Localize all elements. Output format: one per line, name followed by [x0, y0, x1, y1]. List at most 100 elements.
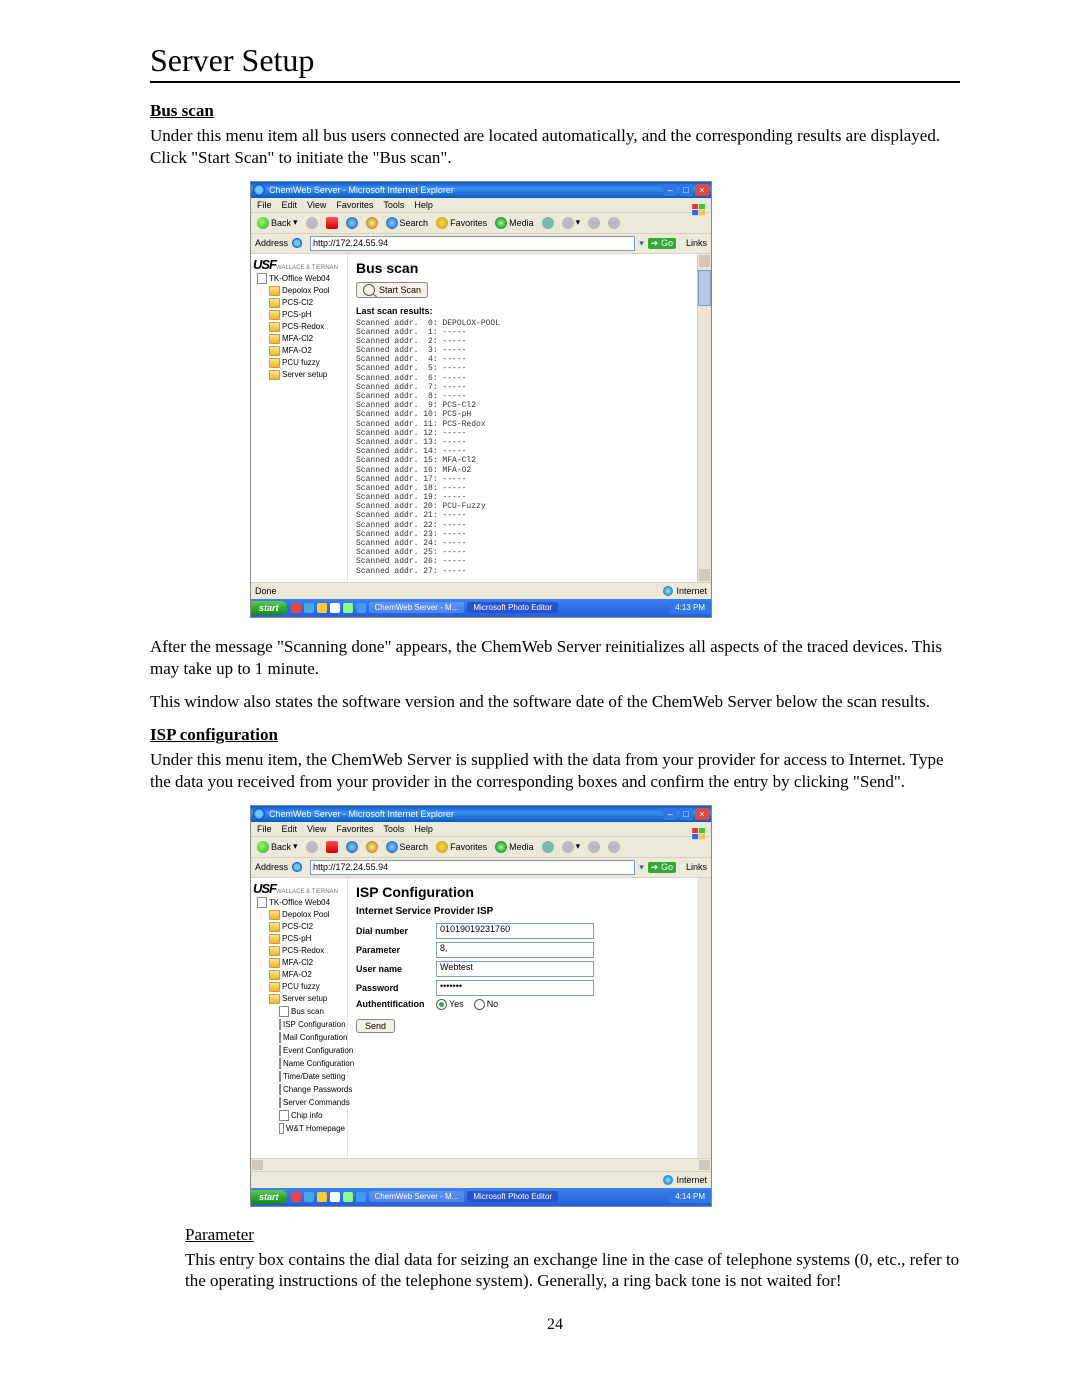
taskbar-item[interactable]: Microsoft Photo Editor [467, 602, 558, 613]
input-parameter[interactable]: 8, [436, 942, 594, 958]
tree-item[interactable]: ISP Configuration [283, 1020, 346, 1029]
back-button[interactable]: Back ▾ [255, 840, 300, 854]
scroll-right-icon[interactable] [699, 1160, 710, 1170]
address-input[interactable] [310, 236, 635, 251]
tree-item[interactable]: Mail Configuration [283, 1033, 347, 1042]
scroll-up-icon[interactable] [699, 255, 710, 267]
window-minimize-button[interactable]: – [663, 184, 677, 196]
home-button[interactable] [364, 216, 380, 230]
scroll-left-icon[interactable] [252, 1160, 263, 1170]
ql-icon[interactable] [343, 1192, 353, 1202]
mail-button[interactable]: ▾ [560, 840, 583, 854]
go-button[interactable]: ➔ Go [648, 862, 676, 873]
window-close-button[interactable]: × [695, 184, 709, 196]
ql-icon[interactable] [291, 1192, 301, 1202]
tree-item[interactable]: Server Commands [283, 1098, 350, 1107]
tree-item[interactable]: Server setup [282, 994, 327, 1003]
history-button[interactable] [540, 840, 556, 854]
menu-view[interactable]: View [307, 200, 326, 210]
mail-button[interactable]: ▾ [560, 216, 583, 230]
links-label[interactable]: Links [686, 862, 707, 872]
history-button[interactable] [540, 216, 556, 230]
tree-item[interactable]: Chip info [291, 1111, 323, 1120]
menu-help[interactable]: Help [414, 824, 433, 834]
ql-icon[interactable] [330, 1192, 340, 1202]
tree-item[interactable]: MFA-Cl2 [282, 958, 313, 967]
ql-icon[interactable] [356, 603, 366, 613]
print-button[interactable] [586, 840, 602, 854]
input-password[interactable]: ••••••• [436, 980, 594, 996]
go-button[interactable]: ➔ Go [648, 238, 676, 249]
edit-button-tb[interactable] [606, 216, 622, 230]
menu-favorites[interactable]: Favorites [336, 200, 373, 210]
tree-item[interactable]: Time/Date setting [283, 1072, 345, 1081]
quick-launch[interactable] [291, 1192, 366, 1202]
window-maximize-button[interactable]: □ [679, 808, 693, 820]
tree-item[interactable]: PCS-Redox [282, 946, 324, 955]
stop-button[interactable] [324, 216, 340, 230]
tree-item[interactable]: Depolox Pool [282, 910, 330, 919]
tree-item[interactable]: MFA-O2 [282, 346, 312, 355]
forward-button[interactable] [304, 216, 320, 230]
tree-item[interactable]: PCS-Redox [282, 322, 324, 331]
favorites-button[interactable]: Favorites [434, 216, 489, 230]
ql-icon[interactable] [343, 603, 353, 613]
tree-item[interactable]: PCU fuzzy [282, 982, 320, 991]
tree-item[interactable]: PCU fuzzy [282, 358, 320, 367]
taskbar-item[interactable]: ChemWeb Server - M... [369, 602, 465, 613]
forward-button[interactable] [304, 840, 320, 854]
input-user[interactable]: Webtest [436, 961, 594, 977]
tree-item[interactable]: Server setup [282, 370, 327, 379]
window-maximize-button[interactable]: □ [679, 184, 693, 196]
ql-icon[interactable] [317, 603, 327, 613]
edit-button-tb[interactable] [606, 840, 622, 854]
ql-icon[interactable] [304, 1192, 314, 1202]
tree-item[interactable]: MFA-O2 [282, 970, 312, 979]
media-button[interactable]: Media [493, 216, 536, 230]
input-dial[interactable]: 01019019231760 [436, 923, 594, 939]
vertical-scrollbar[interactable] [697, 254, 711, 582]
tree-item[interactable]: Event Configuration [283, 1046, 353, 1055]
links-label[interactable]: Links [686, 238, 707, 248]
window-minimize-button[interactable]: – [663, 808, 677, 820]
tree-item[interactable]: Depolox Pool [282, 286, 330, 295]
media-button[interactable]: Media [493, 840, 536, 854]
home-button[interactable] [364, 840, 380, 854]
menu-tools[interactable]: Tools [383, 824, 404, 834]
scroll-down-icon[interactable] [699, 569, 710, 581]
taskbar-item[interactable]: Microsoft Photo Editor [467, 1191, 558, 1202]
menu-tools[interactable]: Tools [383, 200, 404, 210]
tree-item[interactable]: PCS-pH [282, 310, 311, 319]
tree-item[interactable]: Name Configuration [283, 1059, 354, 1068]
tree-root[interactable]: TK-Office Web04 [269, 898, 330, 907]
menu-favorites[interactable]: Favorites [336, 824, 373, 834]
scroll-thumb[interactable] [698, 270, 711, 306]
tree-item[interactable]: MFA-Cl2 [282, 334, 313, 343]
tree-item[interactable]: PCS-Cl2 [282, 298, 313, 307]
tree-root[interactable]: TK-Office Web04 [269, 274, 330, 283]
search-button[interactable]: Search [384, 216, 431, 230]
start-button[interactable]: start [251, 1190, 287, 1204]
window-close-button[interactable]: × [695, 808, 709, 820]
tree-item[interactable]: PCS-pH [282, 934, 311, 943]
radio-auth-no[interactable]: No [474, 999, 499, 1010]
favorites-button[interactable]: Favorites [434, 840, 489, 854]
menu-help[interactable]: Help [414, 200, 433, 210]
ql-icon[interactable] [304, 603, 314, 613]
stop-button[interactable] [324, 840, 340, 854]
tree-item[interactable]: Bus scan [291, 1007, 324, 1016]
menu-edit[interactable]: Edit [282, 200, 298, 210]
tree-item[interactable]: Change Passwords [283, 1085, 352, 1094]
menu-view[interactable]: View [307, 824, 326, 834]
ql-icon[interactable] [356, 1192, 366, 1202]
refresh-button[interactable] [344, 840, 360, 854]
start-button[interactable]: start [251, 601, 287, 615]
tree-item[interactable]: PCS-Cl2 [282, 922, 313, 931]
address-input[interactable] [310, 860, 635, 875]
tree-item[interactable]: W&T Homepage [286, 1124, 345, 1133]
ql-icon[interactable] [330, 603, 340, 613]
ql-icon[interactable] [291, 603, 301, 613]
quick-launch[interactable] [291, 603, 366, 613]
print-button[interactable] [586, 216, 602, 230]
menu-file[interactable]: File [257, 200, 272, 210]
